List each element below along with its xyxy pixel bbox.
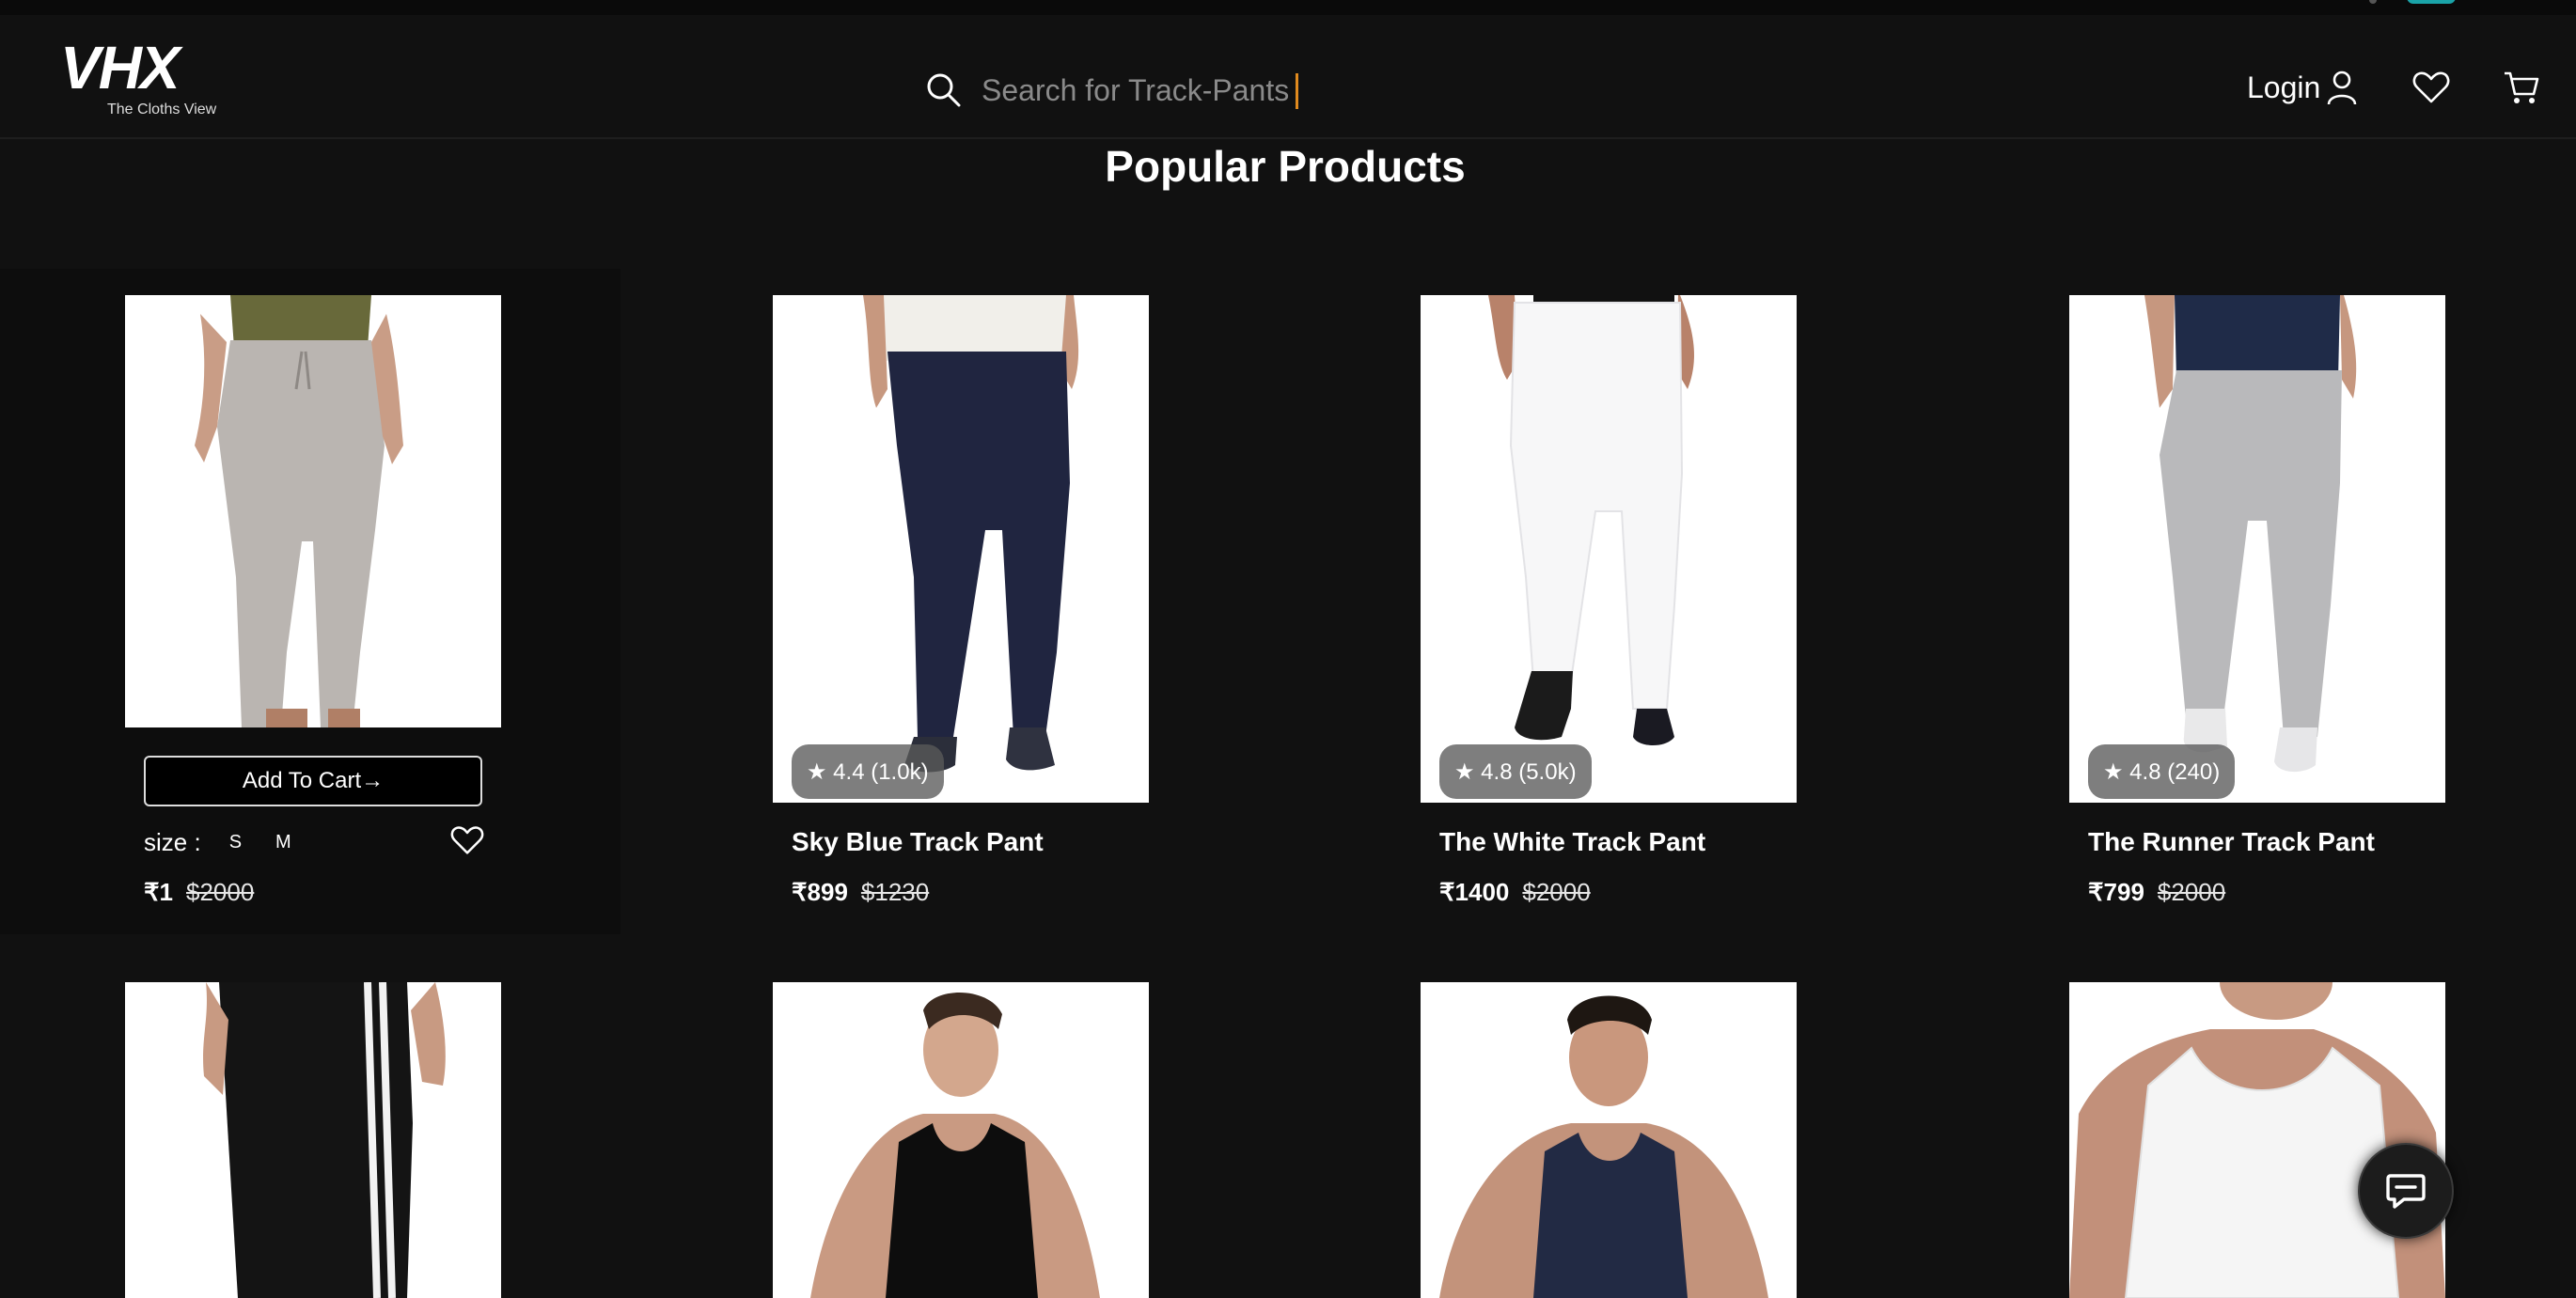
white-track-pant-photo [1421,295,1797,803]
search-bar[interactable] [918,49,1670,132]
product-image[interactable]: ★ 4.4 (1.0k) [773,295,1149,803]
original-price: $2000 [1522,878,1591,906]
section-heading: Popular Products [1105,142,1466,191]
current-price: ₹1400 [1439,878,1510,906]
product-price: ₹799 $2000 [2088,878,2225,907]
wishlist-heart-icon[interactable] [2412,70,2450,104]
product-image[interactable] [2069,982,2445,1298]
site-header: VHX The Cloths View Login [0,15,2576,139]
text-caret [1296,73,1298,109]
size-option-m[interactable]: M [275,832,291,853]
product-image[interactable] [125,982,501,1298]
product-price: ₹1400 $2000 [1439,878,1591,907]
black-striped-track-pant-photo [125,982,501,1298]
strip-dot [2369,0,2377,4]
original-price: $1230 [860,878,930,906]
strip-accent [2407,0,2456,4]
navy-vest-photo [1421,982,1797,1298]
chat-widget-button[interactable] [2358,1143,2454,1239]
header-actions: Login [2247,64,2540,111]
white-vest-photo [2069,982,2445,1298]
rating-badge: ★ 4.8 (240) [2088,744,2236,799]
browser-top-strip [0,0,2576,15]
black-vest-photo [773,982,1149,1298]
user-icon [2327,70,2357,105]
product-image[interactable]: ★ 4.8 (5.0k) [1421,295,1797,803]
product-image[interactable] [125,295,501,727]
search-input[interactable] [982,62,1621,118]
chat-icon [2386,1174,2426,1209]
original-price: $2000 [2157,878,2226,906]
current-price: ₹899 [792,878,848,906]
product-name[interactable]: Sky Blue Track Pant [792,827,1044,857]
logo[interactable]: VHX The Cloths View [60,38,239,122]
heart-icon[interactable] [450,825,484,855]
cart-icon[interactable] [2503,70,2540,105]
logo-mark: VHX [60,34,181,102]
rating-badge: ★ 4.4 (1.0k) [792,744,944,799]
size-selector: size : S M [144,823,484,861]
login-label: Login [2247,70,2321,104]
add-to-cart-button[interactable]: Add To Cart→ [144,756,482,806]
runner-track-pant-photo [2069,295,2445,803]
product-price: ₹899 $1230 [792,878,929,907]
login-button[interactable]: Login [2247,69,2358,106]
size-label: size : [144,827,201,856]
product-image[interactable]: ★ 4.8 (240) [2069,295,2445,803]
size-option-s[interactable]: S [229,832,242,853]
current-price: ₹1 [144,878,174,906]
logo-subtitle: The Cloths View [107,102,217,117]
product-name[interactable]: The White Track Pant [1439,827,1705,857]
original-price: $2000 [186,878,255,906]
current-price: ₹799 [2088,878,2144,906]
navy-track-pant-photo [773,295,1149,803]
product-name[interactable]: The Runner Track Pant [2088,827,2375,857]
product-price: ₹1 $2000 [144,878,254,907]
rating-badge: ★ 4.8 (5.0k) [1439,744,1592,799]
product-image[interactable] [773,982,1149,1298]
grey-track-pant-photo [125,295,501,727]
search-icon[interactable] [921,68,966,113]
product-image[interactable] [1421,982,1797,1298]
